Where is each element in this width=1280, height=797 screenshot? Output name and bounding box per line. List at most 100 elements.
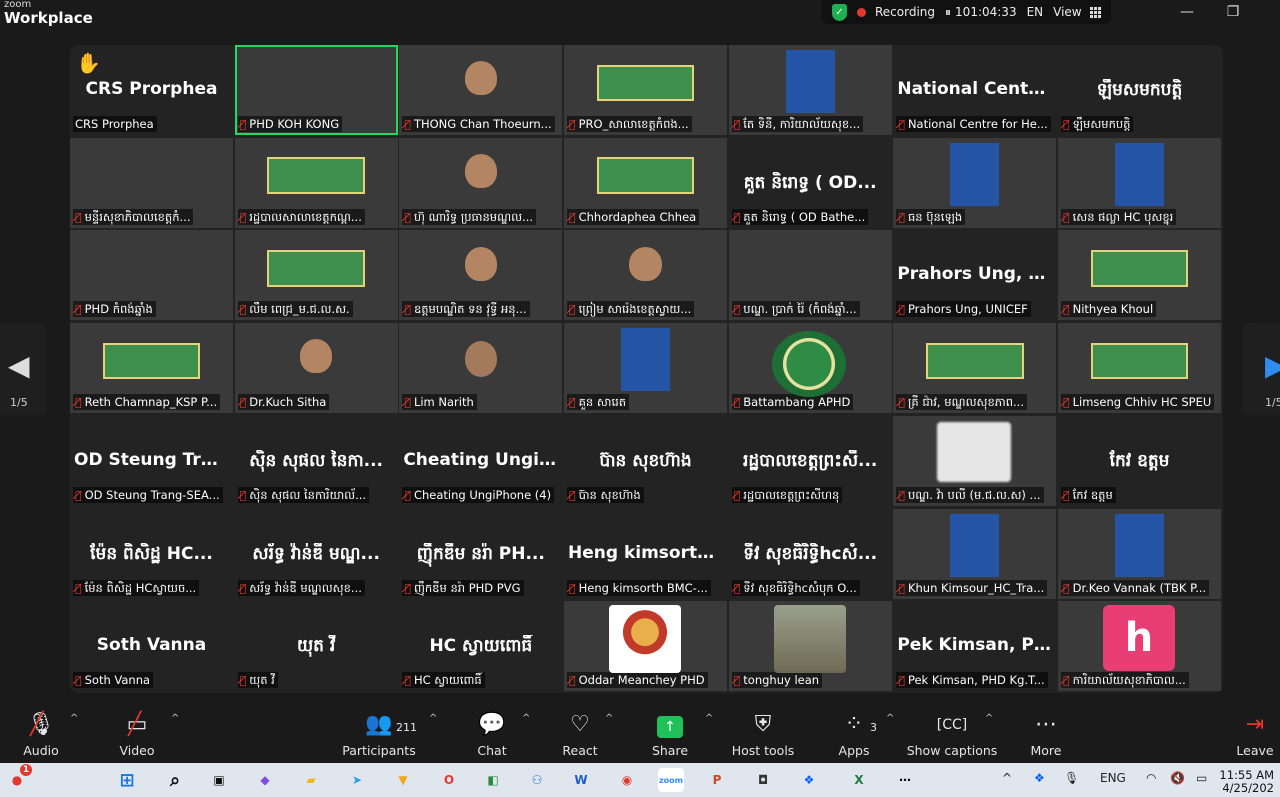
volume-muted-icon[interactable]: 🔇 [1170,771,1185,785]
participant-tile[interactable]: យុត វី 🎙̸ យុត វី [234,601,398,692]
windows-start-icon[interactable]: ⊞ [114,768,140,792]
participants-caret-icon[interactable]: ^ [429,713,437,724]
battery-icon[interactable]: ▭ [1196,771,1207,785]
participant-tile[interactable]: 🎙̸ សេន ផល្លា HC បុសខ្នុរ [1058,137,1222,228]
participant-tile[interactable]: 🎙̸ តែ ទិនី, ការិយាល័យសុខ... [728,45,892,135]
apps-button[interactable]: ⁘ 3 Apps [832,709,877,761]
participant-tile[interactable]: 🎙̸ មន្ទីរសុខាភិបាលខេត្តកំ... [70,137,233,228]
input-language[interactable]: ENG [1100,771,1126,785]
participant-tile[interactable]: 🎙̸ Dr.Kuch Sitha [234,323,398,414]
tray-mic-icon[interactable]: 🎙 [1064,771,1079,785]
participant-tile[interactable]: ✋ CRS Prorphea CRS Prorphea [70,45,233,135]
leave-button[interactable]: ⇥ Leave [1234,709,1276,761]
participant-tile[interactable]: Soth Vanna 🎙̸ Soth Vanna [70,601,233,692]
participant-tile[interactable]: 🎙̸ រដ្ឋបាលសាលាខេត្តកណ្ដ... [234,137,398,228]
participant-tile[interactable]: 🎙̸ PHD KOH KONG [234,45,398,135]
word-icon[interactable]: W [568,768,594,792]
share-screen-button[interactable]: ↑ Share [648,709,692,761]
participant-tile[interactable]: h 🎙̸ ការិយាល័យសុខាភិបាល... [1058,601,1222,692]
participant-tile[interactable]: 🎙̸ ឧត្តមបណ្ឌិត ទន វុទ្ធី អនុ... [399,230,563,321]
participant-tile[interactable]: 🎙̸ PHD កំពង់ឆ្នាំង [70,230,233,321]
participant-tile[interactable]: HC ស្វាយពោធិ៍ 🎙̸ HC ស្វាយពោធិ៍ [399,601,563,692]
next-page-button[interactable]: ▶ 1/5 [1243,323,1280,415]
participant-tile[interactable]: 🎙̸ លឹម ពេជ្រ_ម.ជ.ល.ស. [234,230,398,321]
system-clock[interactable]: 11:55 AM 4/25/202 [1219,769,1274,795]
chrome-icon[interactable]: ◉ [614,768,640,792]
participant-tile[interactable]: ស៊ិន សុផល នៃកា... 🎙̸ ស៊ិន សុផល នៃការិយាល័.… [234,415,398,506]
opera-icon[interactable]: O [436,768,462,792]
more-apps-icon[interactable]: ⋯ [892,768,918,792]
participant-tile[interactable]: Heng kimsorth... 🎙̸ Heng kimsorth BMC-... [564,508,727,599]
chat-caret-icon[interactable]: ^ [522,713,530,724]
participants-button[interactable]: 👥 211 Participants [340,709,418,761]
participant-tile[interactable]: 🎙̸ Reth Chamnap_KSP P... [70,323,233,414]
view-button[interactable]: View [1053,5,1101,19]
zoom-taskbar-icon[interactable]: zoom [658,768,684,792]
participant-tile[interactable]: ឡឹមសមកបត្តិ 🎙̸ ឡឹមសមកបត្តិ [1058,45,1222,135]
restore-icon[interactable]: ❐ [1218,2,1248,22]
participant-tile[interactable]: គួត និរោទ្ធ ( OD... 🎙̸ គួត និរោទ្ធ ( OD Ba… [728,137,892,228]
react-button[interactable]: ♡ React [558,709,602,761]
participant-tile[interactable]: ប៊ាន សុខហ៊ាង 🎙̸ ប៊ាន សុខហ៊ាង [564,415,727,506]
react-caret-icon[interactable]: ^ [605,713,613,724]
chat-button[interactable]: 💬 Chat [470,709,514,761]
participant-tile[interactable]: 🎙̸ Nithyea Khoul [1058,230,1222,321]
host-tools-button[interactable]: ⛨ Host tools [730,709,796,761]
participant-tile[interactable]: ទីវ សុខធិរិទ្ធិhcសំ... 🎙̸ ទីវ សុខធិរិទ្ធិh… [728,508,892,599]
task-view-icon[interactable]: ▣ [206,768,232,792]
video-options-caret-icon[interactable]: ^ [171,713,179,724]
more-button[interactable]: ⋯ More [1024,709,1068,761]
participant-tile[interactable]: 🎙̸ Khun Kimsour_HC_Tra... [893,508,1057,599]
app-icon-network[interactable]: ⚇ [524,768,550,792]
participant-tile[interactable]: កែវ ឧត្តម 🎙̸ កែវ ឧត្តម [1058,415,1222,506]
app-icon-multicolor[interactable]: ◧ [480,768,506,792]
participant-tile[interactable]: Pek Kimsan, PH... 🎙̸ Pek Kimsan, PHD Kg.T.… [893,601,1057,692]
participant-tile[interactable]: 🎙̸ Limseng Chhiv HC SPEU [1058,323,1222,414]
apps-caret-icon[interactable]: ^ [886,713,894,724]
encryption-shield-icon[interactable]: ✓ [832,3,847,21]
prev-page-button[interactable]: ◀ 1/5 [0,323,46,415]
participant-tile[interactable]: 🎙̸ បណ្ឌ. ប្រាក់ រ៉ៃ (កំពង់ឆ្នាំ... [728,230,892,321]
participant-tile[interactable]: 🎙̸ បណ្ឌ. វ៉ា បលី (ម.ជ.ល.ស) ... [893,415,1057,506]
tray-dropbox-icon[interactable]: ❖ [1034,771,1045,785]
participant-tile[interactable]: 🎙̸ THONG Chan Thoeurn... [399,45,563,135]
audio-button[interactable]: 🎙 ╱ Audio [18,709,64,761]
participant-tile[interactable]: ម៉ែន ពិសិដ្ឋ HC... 🎙̸ ម៉ែន ពិសិដ្ឋ HCស្វាយ… [70,508,233,599]
participant-tile[interactable]: ញ៉ឹកឌីម នរ៉ា PH... 🎙̸ ញ៉ឹកឌីម នរ៉ា PHD PVG [399,508,563,599]
participant-tile[interactable]: 🎙̸ ហ៊ុ ណារិទ្ធ ប្រធានមណ្ឌល... [399,137,563,228]
audio-options-caret-icon[interactable]: ^ [70,713,78,724]
minimize-icon[interactable]: — [1172,2,1202,22]
participant-tile[interactable]: 🎙̸ PRO_សាលាខេត្តកំពង... [564,45,727,135]
participant-tile[interactable]: 🎙̸ គួន សារេត [564,323,727,414]
participant-tile[interactable]: Prahors Ung, U... 🎙̸ Prahors Ung, UNICEF [893,230,1057,321]
share-caret-icon[interactable]: ^ [705,713,713,724]
app-icon-yellow[interactable]: ▼ [390,768,416,792]
participant-tile[interactable]: 🎙̸ ធន ប៊ុនឡេង [893,137,1057,228]
search-icon[interactable]: ⌕ [162,768,188,792]
participant-tile[interactable]: 🎙̸ ព្រៀម សារ៉េង​ខេត្តស្វាយ... [564,230,727,321]
participant-tile[interactable]: 🎙̸ Chhordaphea Chhea [564,137,727,228]
notification-app-icon[interactable]: ● 1 [4,764,32,792]
powerpoint-icon[interactable]: P [704,768,730,792]
file-explorer-icon[interactable]: ▰ [298,768,324,792]
participant-tile[interactable]: សរ័ទ្ធ វ៉ាន់ឌី មណ្ឌ... 🎙̸ សរ័ទ្ធ វ៉ាន់ឌី ម… [234,508,398,599]
excel-icon[interactable]: X [846,768,872,792]
copilot-icon[interactable]: ◆ [252,768,278,792]
participant-tile[interactable]: National Centre... 🎙̸ National Centre for … [893,45,1057,135]
tray-overflow-icon[interactable]: ^ [1002,771,1012,785]
recording-indicator[interactable]: Recording [857,5,935,19]
camera-icon[interactable]: ◘ [750,768,776,792]
participant-tile[interactable]: 🎙̸ tonghuy lean [728,601,892,692]
captions-caret-icon[interactable]: ^ [985,713,993,724]
wifi-icon[interactable]: ◠ [1146,771,1156,785]
participant-tile[interactable]: រដ្ឋបាលខេត្តព្រះសី... 🎙̸ រដ្ឋបាលខេត្តព្រះស… [728,415,892,506]
participant-tile[interactable]: 🎙̸ គ្រី ជ៉ាវ, មណ្ឌលសុខភាព... [893,323,1057,414]
telegram-icon[interactable]: ➤ [344,768,370,792]
participant-tile[interactable]: 🎙̸ Battambang APHD [728,323,892,414]
participant-tile[interactable]: 🎙̸ Dr.Keo Vannak (TBK P... [1058,508,1222,599]
participant-tile[interactable]: 🎙̸ Lim Narith [399,323,563,414]
dropbox-icon[interactable]: ❖ [796,768,822,792]
participant-tile[interactable]: Cheating UngiP... 🎙̸ Cheating UngiPhone (4… [399,415,563,506]
language-interpretation[interactable]: EN [1027,5,1044,19]
video-button[interactable]: ▭ ╱ Video [114,709,160,761]
